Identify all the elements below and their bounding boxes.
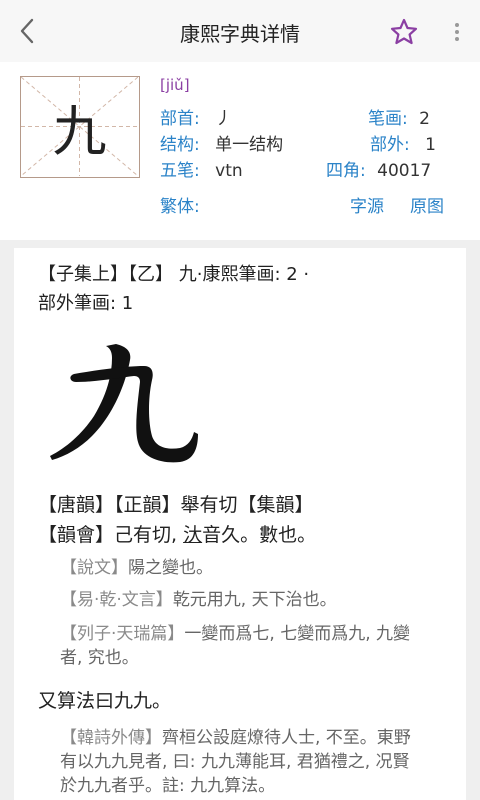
character-glyph: 九 xyxy=(52,100,107,163)
app-bar: 康熙字典详情 xyxy=(0,0,480,62)
entry-para1-post: 音久。數也。 xyxy=(202,524,317,546)
quote-liezi: 【列子·天瑞篇】一變而爲七, 七變而爲九, 九變者, 究也。 xyxy=(60,622,420,670)
stroke-count-value: 2 xyxy=(419,109,430,129)
wubi-value: vtn xyxy=(215,161,243,181)
quote-text: 乾元用九, 天下治也。 xyxy=(172,590,337,610)
wubi-label: 五笔: xyxy=(160,161,200,181)
entry-header: 【子集上】【乙】 九·康熙筆画: 2 · 部外筆画: 1 xyxy=(38,260,438,318)
structure-value: 单一结构 xyxy=(215,135,284,155)
entry-header-line2: 部外筆画: 1 xyxy=(38,293,134,314)
entry-paragraph-1: 【唐韻】【正韻】舉有切【集韻】 【韻會】己有切, 汏音久。數也。 xyxy=(38,490,316,550)
radical-row: 部首: 丿 xyxy=(160,104,232,129)
four-corner-row: 四角: 40017 xyxy=(326,156,431,181)
stroke-count-row: 笔画: 2 xyxy=(368,104,430,129)
more-dot xyxy=(455,37,459,41)
character-info-card: 九 [jiǔ] 部首: 丿 笔画: 2 结构: 单一结构 部外: 1 五笔: v… xyxy=(0,62,480,240)
more-options-button[interactable] xyxy=(448,18,466,46)
entry-paragraph-1-line2: 【韻會】己有切, 汏音久。數也。 xyxy=(38,520,316,550)
quote-source: 【列子·天瑞篇】 xyxy=(60,624,185,644)
radical-label: 部首: xyxy=(160,109,200,129)
quote-source: 【韓詩外傳】 xyxy=(60,728,162,748)
structure-label: 结构: xyxy=(160,135,200,155)
more-dot xyxy=(455,23,459,27)
traditional-label: 繁体: xyxy=(160,197,200,217)
variant-char-link[interactable]: 汏 xyxy=(183,524,202,546)
quote-hanshi: 【韓詩外傳】齊桓公設庭燎待人士, 不至。東野有以九九見者, 曰: 九九薄能耳, … xyxy=(60,726,420,798)
quote-source: 【說文】 xyxy=(60,558,128,578)
wubi-row: 五笔: vtn xyxy=(160,156,243,181)
etymology-link[interactable]: 字源 xyxy=(350,192,384,217)
outer-strokes-row: 部外: 1 xyxy=(370,130,436,155)
entry-header-line1: 【子集上】【乙】 九·康熙筆画: 2 · xyxy=(38,264,310,285)
pinyin: [jiǔ] xyxy=(160,76,190,94)
radical-value: 丿 xyxy=(215,109,233,129)
quote-yijing: 【易·乾·文言】乾元用九, 天下治也。 xyxy=(60,588,420,612)
entry-paragraph-1-line1: 【唐韻】【正韻】舉有切【集韻】 xyxy=(38,494,314,516)
favorite-button[interactable] xyxy=(388,16,420,48)
original-image-link[interactable]: 原图 xyxy=(410,192,444,217)
entry-paragraph-2: 又算法曰九九。 xyxy=(38,690,172,712)
outer-strokes-label: 部外: xyxy=(370,135,410,155)
structure-row: 结构: 单一结构 xyxy=(160,130,283,155)
four-corner-value: 40017 xyxy=(377,161,432,181)
stroke-count-label: 笔画: xyxy=(368,109,408,129)
quote-text: 陽之變也。 xyxy=(128,558,213,578)
traditional-row: 繁体: xyxy=(160,192,200,217)
character-grid-box: 九 xyxy=(20,76,140,178)
quote-source: 【易·乾·文言】 xyxy=(60,590,173,610)
calligraphy-glyph-image xyxy=(50,344,198,463)
kangxi-entry-content: 【子集上】【乙】 九·康熙筆画: 2 · 部外筆画: 1 【唐韻】【正韻】舉有切… xyxy=(14,248,466,800)
star-outline-icon xyxy=(390,18,418,45)
entry-para1-pre: 【韻會】己有切, xyxy=(38,524,184,546)
more-dot xyxy=(455,30,459,34)
outer-strokes-value: 1 xyxy=(425,135,436,155)
four-corner-label: 四角: xyxy=(326,161,366,181)
quote-shuowen: 【說文】陽之變也。 xyxy=(60,556,420,580)
